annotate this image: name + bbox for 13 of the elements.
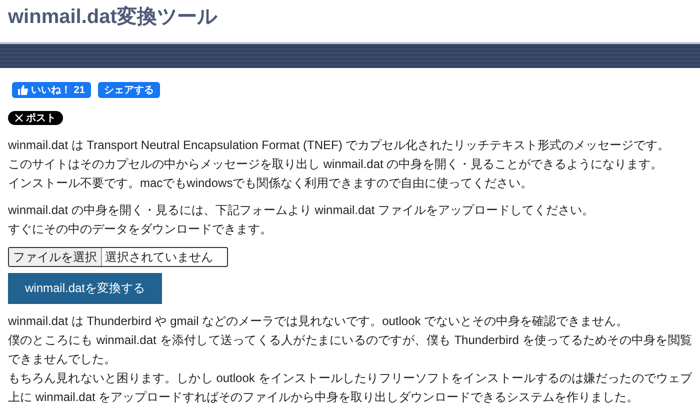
thumbs-up-icon xyxy=(18,85,28,95)
share-button[interactable]: シェアする xyxy=(98,82,160,98)
paragraph: winmail.dat は Transport Neutral Encapsulation Format (TNEF) でカプセル化されたリッチテキスト形式のメッセージです。 このサイトはそのカプセルの中からメッセージを取り出し winmail.dat の中身を開く・見ることができるようになります。 インストール不要です。macでもwindowsでも関係なく利用できますので自由に使ってください。 xyxy=(8,137,671,192)
file-field[interactable]: ファイルを選択 選択されていません xyxy=(8,247,228,267)
post-button[interactable]: ポスト xyxy=(8,111,63,125)
like-button[interactable]: いいね！ 21 xyxy=(12,82,91,98)
paragraph: winmail.dat は Thunderbird や gmail などのメーラでは見れないです。outlook でないとその中身を確認できません。 僕のところにも winmail.dat を添付して送ってくる人がたまにいるのですが、僕も Thunderbird を使ってるためその中身を閲覧できませんでした。 もちろん見れないと困ります。しかし outlook をインストールしたりフリーソフトをインストールするのは嫌だったのでウェブ上に winmail.dat をアップロードすればそのファイルから中身を取り出しダウンロードできるシステムを作りました。 xyxy=(8,313,692,406)
convert-button[interactable]: winmail.datを変換する xyxy=(8,273,162,304)
paragraph: winmail.dat の中身を開く・見るには、下記フォームより winmail.dat ファイルをアップロードしてください。 すぐにその中のデータをダウンロードできます。 xyxy=(8,202,596,238)
page-title: winmail.dat変換ツール xyxy=(8,4,217,30)
choose-file-button[interactable]: ファイルを選択 xyxy=(9,248,102,266)
x-logo-icon xyxy=(15,114,23,122)
file-status: 選択されていません xyxy=(104,249,214,266)
